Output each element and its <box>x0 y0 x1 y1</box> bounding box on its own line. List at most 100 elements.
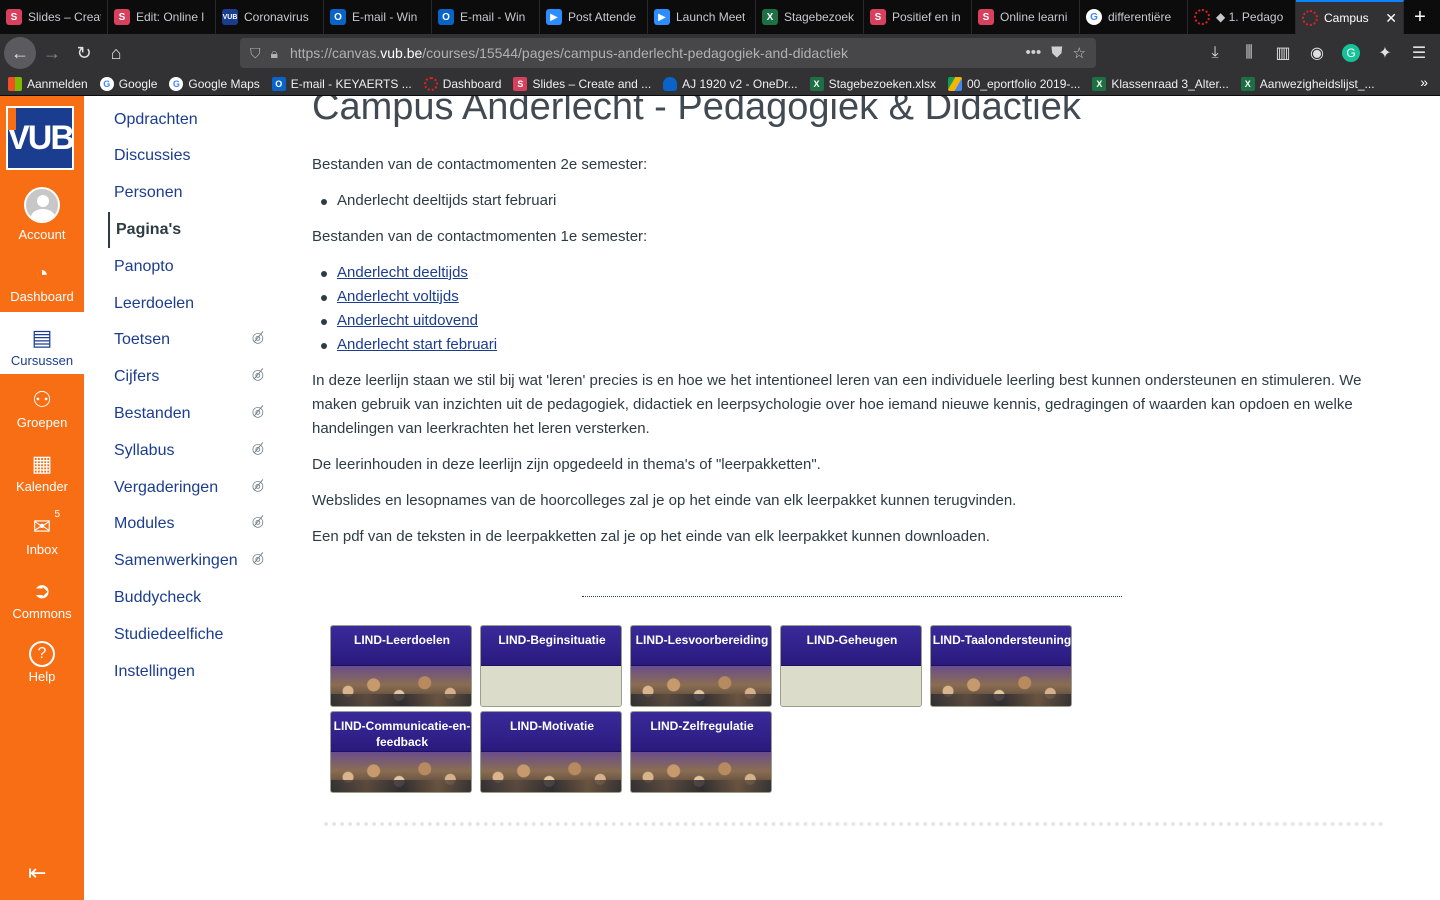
link-anderlecht-voltijds[interactable]: Anderlecht voltijds <box>337 288 459 305</box>
bookmark-item[interactable]: AJ 1920 v2 - OneDr... <box>663 76 798 91</box>
global-nav-courses[interactable]: ▤ Cursussen <box>0 312 84 374</box>
excel-icon: X <box>1092 76 1107 91</box>
browser-tab[interactable]: O E-mail - Win <box>324 0 432 34</box>
collapse-nav-icon[interactable]: ⇤ <box>28 860 46 886</box>
browser-tab[interactable]: VUB Coronavirus <box>216 0 324 34</box>
vub-icon: VUB <box>222 9 238 25</box>
list-item: Anderlecht uitdovend <box>312 309 497 333</box>
close-tab-icon[interactable]: ✕ <box>1381 10 1397 27</box>
chevron-double-right-icon[interactable]: » <box>1420 74 1428 90</box>
course-nav-bestanden[interactable]: Bestanden ◎̸ <box>114 402 264 426</box>
tile-geheugen[interactable]: LIND-Geheugen <box>780 625 922 707</box>
browser-tab[interactable]: X Stagebezoek <box>756 0 864 34</box>
grammarly-button[interactable]: G <box>1336 37 1366 69</box>
dashboard-icon: ◔ <box>35 261 49 286</box>
url-bar[interactable]: ⛉ 🔒︎ https://canvas.vub.be/courses/15544… <box>240 38 1096 68</box>
browser-tab[interactable]: O E-mail - Win <box>432 0 540 34</box>
global-nav-calendar[interactable]: ▦ Kalender <box>0 438 84 500</box>
course-nav-leerdoelen[interactable]: Leerdoelen <box>114 292 264 316</box>
help-icon: ? <box>29 641 55 667</box>
reload-button[interactable]: ↻ <box>68 37 100 69</box>
course-nav-buddycheck[interactable]: Buddycheck <box>114 586 264 610</box>
new-tab-button[interactable]: + <box>1404 0 1436 34</box>
downloads-button[interactable]: ⤓ <box>1200 37 1230 69</box>
course-nav-studiedeelfiche[interactable]: Studiedeelfiche <box>114 623 264 647</box>
course-nav-modules[interactable]: Modules ◎̸ <box>114 512 264 536</box>
bookmark-item[interactable]: X Aanwezigheidslijst_... <box>1240 76 1375 91</box>
browser-tab[interactable]: Gdifferentiëre <box>1080 0 1188 34</box>
account-button[interactable]: ◉ <box>1302 37 1332 69</box>
pocket-icon[interactable]: ⛊ <box>1051 44 1062 62</box>
home-icon: ⌂ <box>110 42 122 63</box>
extension-icon: ✦ <box>1378 45 1392 62</box>
vub-logo[interactable]: VUB <box>6 106 75 170</box>
list-item: Anderlecht deeltijds start februari <box>312 189 556 213</box>
browser-tab[interactable]: S Online learni <box>972 0 1080 34</box>
tile-blank <box>481 666 621 706</box>
tile-taalondersteuning[interactable]: LIND-Taalondersteuning <box>930 625 1072 707</box>
browser-tab[interactable]: ▶ Launch Meet <box>648 0 756 34</box>
bookmark-item[interactable]: O E-mail - KEYAERTS ... <box>271 76 412 91</box>
course-nav-syllabus[interactable]: Syllabus ◎̸ <box>114 439 264 463</box>
tile-lesvoorbereiding[interactable]: LIND-Lesvoorbereiding <box>630 625 772 707</box>
library-button[interactable]: ⫼ <box>1234 37 1264 69</box>
course-nav-discussies[interactable]: Discussies <box>114 144 264 168</box>
tile-communicatie-en-feedback[interactable]: LIND-Communicatie-en-feedback <box>330 711 472 793</box>
global-nav-help[interactable]: ? Help <box>0 628 84 690</box>
course-navigation: Opdrachten Discussies Personen Pagina's … <box>84 96 274 900</box>
menu-button[interactable]: ☰ <box>1404 37 1434 69</box>
course-nav-toetsen[interactable]: Toetsen ◎̸ <box>114 328 264 352</box>
course-nav-panopto[interactable]: Panopto <box>114 255 264 279</box>
bookmark-item[interactable]: S Slides – Create and ... <box>513 76 651 91</box>
browser-tab[interactable]: S Edit: Online l <box>108 0 216 34</box>
global-nav-account[interactable]: Account <box>0 186 84 248</box>
global-nav-inbox[interactable]: 5 ✉ Inbox <box>0 501 84 563</box>
link-anderlecht-deeltijds[interactable]: Anderlecht deeltijds <box>337 264 468 281</box>
course-nav-samenwerkingen[interactable]: Samenwerkingen ◎̸ <box>114 549 264 573</box>
link-anderlecht-start-februari[interactable]: Anderlecht start februari <box>337 336 497 353</box>
url-text[interactable]: https://canvas.vub.be/courses/15544/page… <box>290 45 1026 61</box>
lecture-hall-image <box>481 752 621 792</box>
course-nav-paginas[interactable]: Pagina's <box>108 212 258 248</box>
browser-tab[interactable]: ▶ Post Attende <box>540 0 648 34</box>
tile-label: LIND-Zelfregulatie <box>631 712 771 752</box>
browser-tab[interactable]: SSlides – Create <box>0 0 108 34</box>
course-nav-personen[interactable]: Personen <box>114 181 264 205</box>
outlook-icon: O <box>438 9 454 25</box>
tile-leerdoelen[interactable]: LIND-Leerdoelen <box>330 625 472 707</box>
excel-icon: X <box>809 76 824 91</box>
tile-zelfregulatie[interactable]: LIND-Zelfregulatie <box>630 711 772 793</box>
bookmark-item[interactable]: X Klassenraad 3_Alter... <box>1092 76 1229 91</box>
back-button[interactable]: ← <box>4 37 36 69</box>
tile-motivatie[interactable]: LIND-Motivatie <box>480 711 622 793</box>
link-anderlecht-uitdovend[interactable]: Anderlecht uitdovend <box>337 312 478 329</box>
google-icon: G <box>1086 9 1102 25</box>
sidebar-button[interactable]: ▥ <box>1268 37 1298 69</box>
excel-icon: X <box>1240 76 1255 91</box>
tile-beginsituatie[interactable]: LIND-Beginsituatie <box>480 625 622 707</box>
forward-button[interactable]: → <box>36 37 68 69</box>
course-nav-opdrachten[interactable]: Opdrachten <box>114 108 264 132</box>
browser-tab[interactable]: S Positief en in <box>864 0 972 34</box>
course-nav-cijfers[interactable]: Cijfers ◎̸ <box>114 365 264 389</box>
course-nav-instellingen[interactable]: Instellingen <box>114 660 264 684</box>
page-actions-icon[interactable]: ••• <box>1026 44 1042 62</box>
global-nav-dashboard[interactable]: ◔ Dashboard <box>0 248 84 310</box>
list-item: Anderlecht deeltijds <box>312 261 497 285</box>
global-nav-commons[interactable]: ➲ Commons <box>0 565 84 627</box>
browser-tab[interactable]: ◆ 1. Pedago <box>1188 0 1296 34</box>
bookmark-item[interactable]: G Google Maps <box>169 76 260 91</box>
browser-tab-active[interactable]: Campus ✕ <box>1296 0 1404 34</box>
google-icon: G <box>99 76 114 91</box>
extension-button[interactable]: ✦ <box>1370 37 1400 69</box>
pdf-paragraph: Een pdf van de teksten in de leerpakkett… <box>312 528 990 545</box>
course-nav-vergaderingen[interactable]: Vergaderingen ◎̸ <box>114 476 264 500</box>
bookmark-item[interactable]: G Google <box>99 76 157 91</box>
bookmark-item[interactable]: X Stagebezoeken.xlsx <box>809 76 936 91</box>
bookmark-star-icon[interactable]: ☆ <box>1073 44 1086 62</box>
home-button[interactable]: ⌂ <box>100 37 132 69</box>
bookmark-item[interactable]: 00_eportfolio 2019-... <box>947 76 1080 91</box>
bookmark-item[interactable]: Dashboard <box>423 76 501 91</box>
bookmark-item[interactable]: Aanmelden <box>8 76 88 91</box>
global-nav-groups[interactable]: ⚇ Groepen <box>0 374 84 436</box>
